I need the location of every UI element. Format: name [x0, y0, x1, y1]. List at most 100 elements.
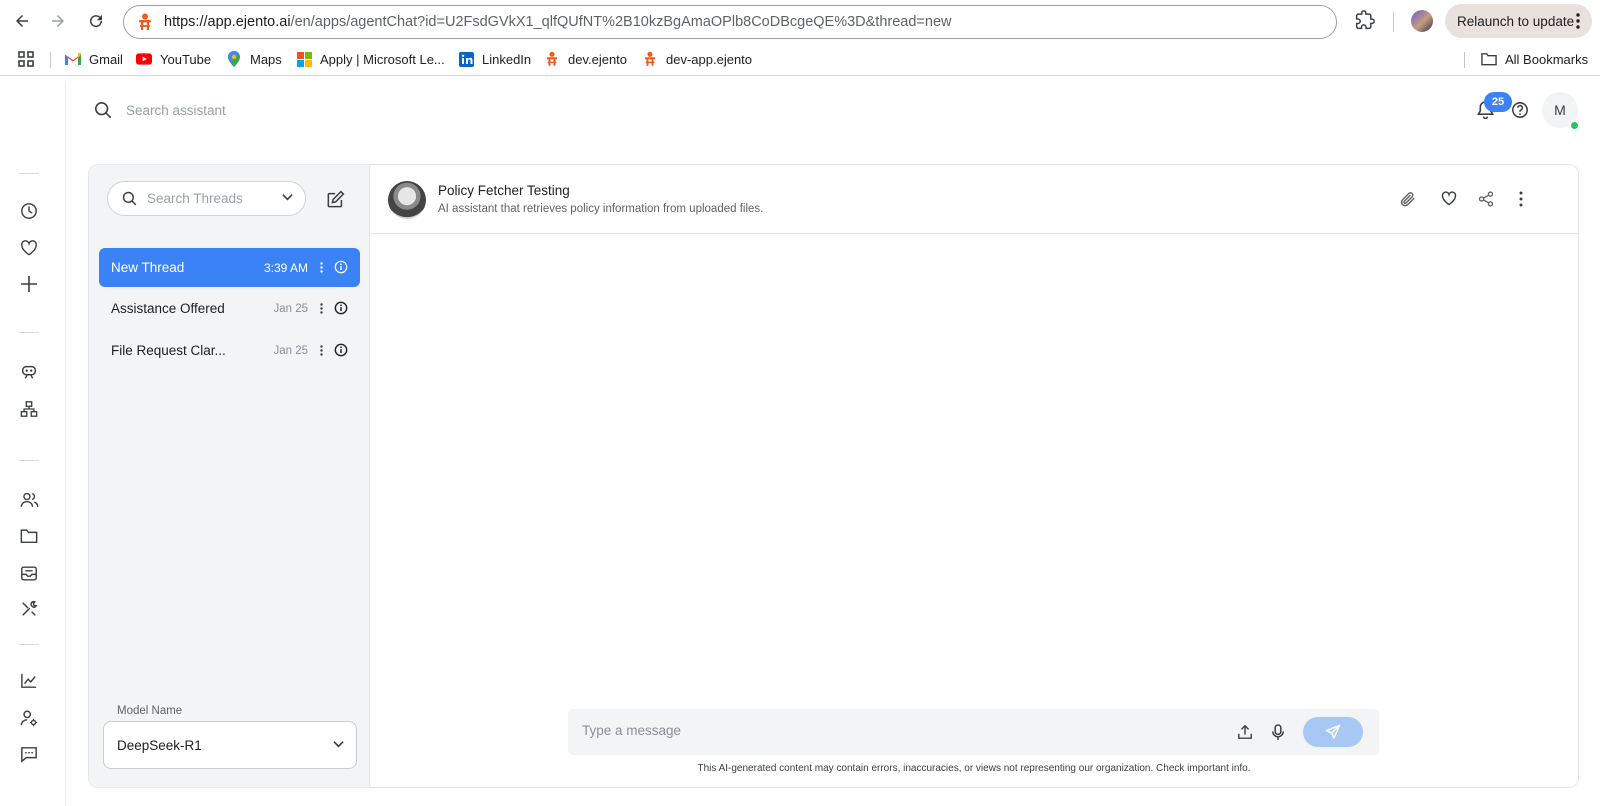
- all-bookmarks-label: All Bookmarks: [1505, 51, 1589, 67]
- heart-icon[interactable]: [1441, 191, 1457, 206]
- hierarchy-icon[interactable]: [18, 398, 40, 420]
- bookmark-youtube[interactable]: YouTube: [136, 51, 211, 67]
- model-value: DeepSeek-R1: [117, 738, 202, 753]
- thread-item-assistance-offered[interactable]: Assistance Offered Jan 25: [99, 289, 360, 328]
- app-root: 25 M New Thread 3:39 AM: [0, 81, 1600, 806]
- new-thread-edit-icon[interactable]: [327, 190, 345, 208]
- threads-sidebar: New Thread 3:39 AM Assistance Offered Ja…: [89, 165, 370, 787]
- assistant-search[interactable]: [94, 101, 426, 119]
- thread-date: Jan 25: [273, 302, 308, 315]
- info-icon[interactable]: [334, 343, 350, 359]
- plus-icon[interactable]: [18, 273, 40, 295]
- info-icon[interactable]: [334, 260, 350, 276]
- bookmark-label: Gmail: [89, 51, 123, 67]
- thread-title: File Request Clar...: [111, 343, 226, 358]
- rail-divider: [19, 644, 39, 645]
- history-icon[interactable]: [18, 200, 40, 222]
- model-label: Model Name: [113, 705, 187, 717]
- help-icon[interactable]: [1511, 101, 1529, 119]
- analytics-chart-icon[interactable]: [18, 670, 40, 692]
- bookmark-dev-app-ejento[interactable]: dev-app.ejento: [642, 51, 752, 67]
- thread-search-input[interactable]: [147, 191, 267, 206]
- bookmark-label: Apply | Microsoft Le...: [320, 51, 445, 67]
- gmail-icon: [65, 51, 81, 67]
- forward-icon[interactable]: [46, 9, 70, 33]
- send-icon: [1325, 724, 1341, 740]
- bookmark-microsoft[interactable]: Apply | Microsoft Le...: [296, 51, 445, 67]
- thread-title: Assistance Offered: [111, 301, 225, 316]
- chat-header: Policy Fetcher Testing AI assistant that…: [370, 165, 1578, 234]
- thread-date: 3:39 AM: [263, 260, 308, 275]
- bookmark-linkedin[interactable]: LinkedIn: [458, 51, 531, 67]
- message-input[interactable]: [582, 723, 1182, 738]
- agent-robot-icon[interactable]: [18, 361, 40, 383]
- linkedin-icon: [458, 51, 474, 67]
- favorites-heart-icon[interactable]: [18, 237, 40, 259]
- notification-badge: 25: [1484, 92, 1512, 112]
- more-vert-icon[interactable]: [314, 343, 328, 359]
- relaunch-label: Relaunch to update: [1457, 13, 1575, 29]
- back-icon[interactable]: [10, 9, 34, 33]
- bookmark-label: dev-app.ejento: [666, 51, 753, 67]
- thread-item-new-thread[interactable]: New Thread 3:39 AM: [99, 248, 360, 287]
- share-icon[interactable]: [1478, 191, 1494, 207]
- left-nav-rail: [0, 81, 66, 806]
- rail-divider: [19, 460, 39, 461]
- chevron-down-icon[interactable]: [282, 193, 293, 201]
- bookmark-label: dev.ejento: [568, 51, 628, 67]
- thread-date: Jan 25: [273, 344, 308, 357]
- bookmarks-divider: [1464, 52, 1465, 68]
- browser-profile-avatar[interactable]: [1411, 10, 1433, 32]
- ejento-icon: [642, 51, 658, 67]
- url-text: https://app.ejento.ai/en/apps/agentChat?…: [164, 14, 952, 30]
- thread-search[interactable]: [107, 181, 306, 216]
- microsoft-icon: [296, 51, 312, 67]
- address-bar[interactable]: https://app.ejento.ai/en/apps/agentChat?…: [123, 5, 1337, 39]
- model-select[interactable]: DeepSeek-R1: [103, 721, 357, 769]
- relaunch-button[interactable]: Relaunch to update: [1445, 4, 1592, 38]
- users-icon[interactable]: [18, 489, 40, 511]
- more-vert-icon[interactable]: [314, 301, 328, 317]
- disclaimer-text: This AI-generated content may contain er…: [697, 763, 1251, 774]
- search-icon: [122, 191, 137, 206]
- message-composer: [568, 709, 1379, 755]
- all-bookmarks-button[interactable]: All Bookmarks: [1481, 51, 1588, 67]
- youtube-icon: [136, 51, 152, 67]
- user-settings-icon[interactable]: [18, 707, 40, 729]
- maps-icon: [226, 51, 242, 67]
- folder-icon: [1481, 51, 1497, 67]
- bookmark-label: YouTube: [160, 51, 212, 67]
- folder-icon[interactable]: [18, 525, 40, 547]
- paperclip-icon[interactable]: [1400, 191, 1416, 208]
- ai-disclaimer: This AI-generated content may contain er…: [370, 763, 1578, 774]
- bookmark-maps[interactable]: Maps: [226, 51, 282, 67]
- bookmark-gmail[interactable]: Gmail: [65, 51, 123, 67]
- rail-divider: [19, 173, 39, 174]
- send-button[interactable]: [1303, 717, 1363, 747]
- bookmarks-bar: Gmail YouTube Maps Apply | Microsoft Le.…: [0, 43, 1600, 76]
- chat-bubble-icon[interactable]: [18, 743, 40, 765]
- bookmarks-divider: [50, 52, 51, 68]
- info-icon[interactable]: [334, 301, 350, 317]
- thread-item-file-request[interactable]: File Request Clar... Jan 25: [99, 331, 360, 370]
- thread-title: New Thread: [111, 260, 185, 275]
- more-vert-icon[interactable]: [1519, 191, 1523, 207]
- more-vert-icon[interactable]: [1576, 13, 1580, 29]
- extensions-icon[interactable]: [1355, 10, 1375, 30]
- upload-icon[interactable]: [1237, 724, 1253, 740]
- bookmark-dev-ejento[interactable]: dev.ejento: [544, 51, 627, 67]
- microphone-icon[interactable]: [1271, 724, 1285, 741]
- chat-panel: New Thread 3:39 AM Assistance Offered Ja…: [88, 164, 1579, 788]
- inbox-icon[interactable]: [18, 562, 40, 584]
- assistant-search-input[interactable]: [126, 102, 426, 118]
- ejento-site-icon: [138, 13, 152, 31]
- chevron-down-icon[interactable]: [333, 740, 344, 748]
- reload-icon[interactable]: [84, 9, 108, 33]
- apps-grid-icon[interactable]: [18, 51, 34, 67]
- tools-icon[interactable]: [18, 598, 40, 620]
- bookmark-label: Maps: [250, 51, 282, 67]
- agent-avatar: [388, 181, 426, 219]
- browser-toolbar: https://app.ejento.ai/en/apps/agentChat?…: [0, 0, 1600, 43]
- more-vert-icon[interactable]: [314, 260, 328, 276]
- agent-description: AI assistant that retrieves policy infor…: [438, 203, 764, 215]
